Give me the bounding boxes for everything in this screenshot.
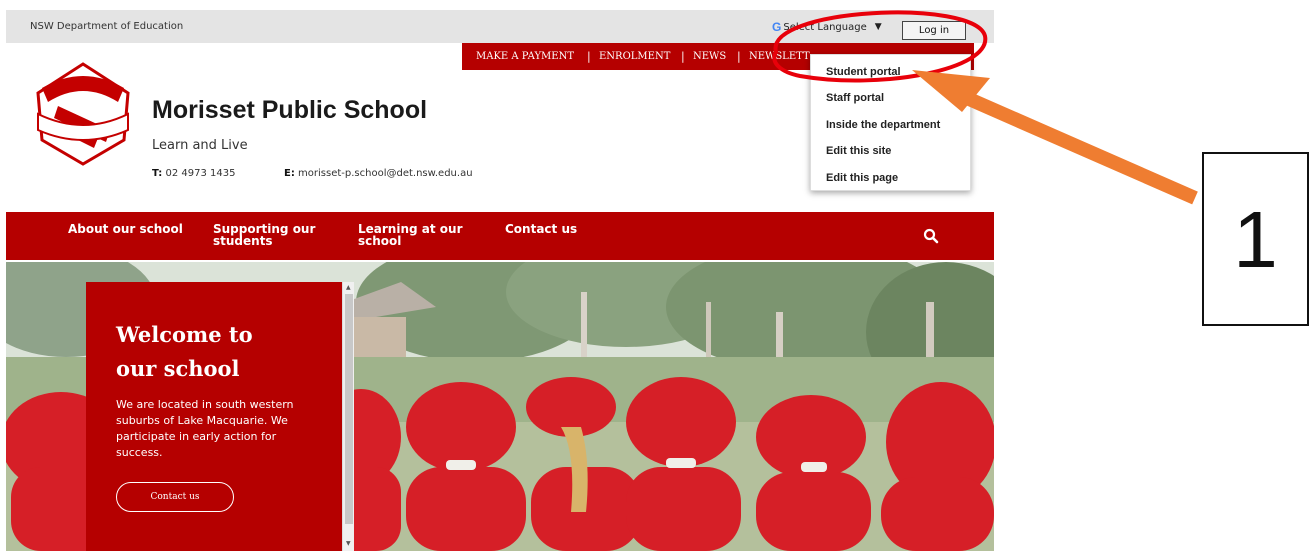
pointer-arrow-shaft xyxy=(957,88,1198,205)
highlight-circle xyxy=(772,10,988,83)
annotation-overlay xyxy=(772,10,1198,205)
screenshot: NSW Department of Education G Select Lan… xyxy=(0,0,1309,551)
annotation-label: 1 xyxy=(1233,195,1278,284)
annotation-label-box: 1 xyxy=(1202,152,1309,326)
